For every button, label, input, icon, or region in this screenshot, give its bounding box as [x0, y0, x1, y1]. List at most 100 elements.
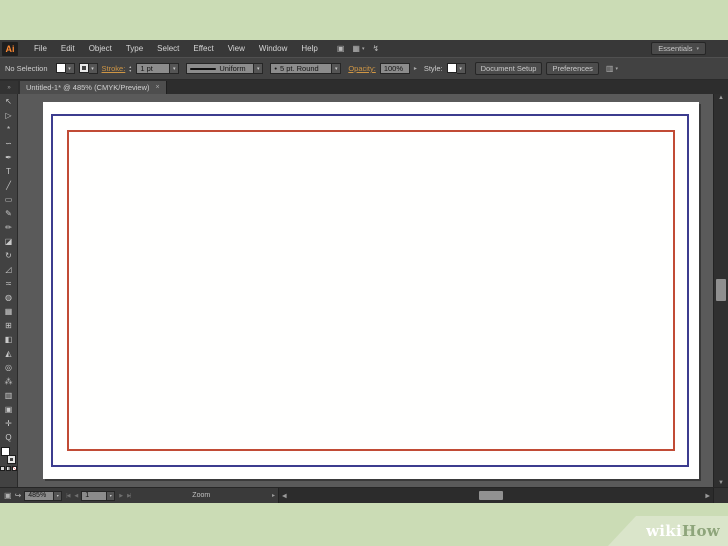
fill-stroke-indicator[interactable]	[1, 447, 16, 464]
screenshot-root: wikiHow Ai File Edit Object Type Select Effec…	[0, 0, 728, 546]
brush-preview-dot: •	[274, 64, 277, 73]
tool-rectangle[interactable]: ▭	[1, 193, 17, 207]
tool-lasso[interactable]: ∽	[1, 137, 17, 151]
tool-width[interactable]: ≍	[1, 277, 17, 291]
first-artboard-button[interactable]: |◀	[65, 493, 70, 499]
variable-width-profile-select[interactable]: Uniform	[186, 63, 255, 74]
menu-effect[interactable]: Effect	[186, 44, 220, 53]
opacity-panel-link[interactable]: Opacity:	[348, 64, 376, 73]
last-artboard-button[interactable]: ▶|	[126, 493, 131, 499]
chevron-down-icon: ▾	[361, 45, 365, 52]
tool-rotate[interactable]: ↻	[1, 249, 17, 263]
menu-edit[interactable]: Edit	[54, 44, 82, 53]
document-info-icon[interactable]: ▣	[4, 491, 12, 500]
tool-gradient[interactable]: ◧	[1, 333, 17, 347]
tool-symbol-sprayer[interactable]: ⁂	[1, 375, 17, 389]
align-options-icon[interactable]: ▥	[606, 64, 614, 73]
scroll-up-icon[interactable]: ▲	[714, 95, 728, 101]
tool-pen[interactable]: ✒	[1, 151, 17, 165]
appbar-icons: ▣ ▦ ▾ ↯	[337, 44, 379, 53]
status-panel-arrow-icon[interactable]: ▸	[272, 492, 275, 499]
width-profile-preview	[190, 67, 217, 70]
gradient-mode-icon[interactable]	[6, 466, 11, 471]
stroke-color-swatch[interactable]	[78, 63, 89, 73]
color-mode-icon[interactable]	[0, 466, 5, 471]
document-tab[interactable]: Untitled-1* @ 485% (CMYK/Preview) ×	[20, 81, 167, 94]
artboard-dropdown-icon[interactable]: ▾	[107, 490, 116, 501]
tool-selection[interactable]: ↖	[1, 95, 17, 109]
chevron-down-icon: ▾	[615, 65, 618, 72]
tool-magic-wand[interactable]: *	[1, 123, 17, 137]
scroll-right-icon[interactable]: ▶	[705, 492, 710, 499]
document-setup-button[interactable]: Document Setup	[474, 62, 543, 75]
vertical-scroll-thumb[interactable]	[716, 278, 726, 301]
menu-type[interactable]: Type	[119, 44, 150, 53]
style-dropdown-icon[interactable]: ▾	[456, 63, 466, 74]
artboard[interactable]	[43, 102, 699, 479]
watermark-how-text: How	[682, 522, 720, 540]
previous-artboard-button[interactable]: ◀	[73, 493, 78, 499]
main-area: ↖ ▷ * ∽ ✒ T ╱ ▭ ✎ ✏ ◪ ↻ ◿ ≍ ◍ ▦ ⊞ ◧ ◭ ◎ ⁂ ▥ ▣ ✛ Q ▲	[0, 94, 728, 487]
brush-dropdown-icon[interactable]: ▾	[332, 63, 342, 74]
horizontal-scroll-thumb[interactable]	[478, 491, 503, 500]
width-profile-dropdown-icon[interactable]: ▾	[254, 63, 264, 74]
selection-status: No Selection	[5, 64, 48, 73]
inner-red-rectangle[interactable]	[67, 130, 675, 451]
share-icon[interactable]: ↪	[15, 491, 22, 500]
tool-eyedropper[interactable]: ◭	[1, 347, 17, 361]
menu-object[interactable]: Object	[82, 44, 119, 53]
toolbar-collapse[interactable]: »	[0, 81, 18, 94]
zoom-level-field[interactable]: 485%	[24, 490, 55, 501]
tool-direct-selection[interactable]: ▷	[1, 109, 17, 123]
horizontal-scrollbar[interactable]: ◀ ▶	[278, 488, 713, 503]
menu-help[interactable]: Help	[294, 44, 324, 53]
tool-blend[interactable]: ◎	[1, 361, 17, 375]
preferences-button[interactable]: Preferences	[546, 62, 599, 75]
stroke-panel-link[interactable]: Stroke:	[102, 64, 126, 73]
close-icon[interactable]: ×	[156, 84, 160, 91]
zoom-dropdown-icon[interactable]: ▾	[54, 490, 63, 501]
scroll-down-icon[interactable]: ▼	[714, 480, 728, 486]
stroke-dropdown-icon[interactable]: ▾	[88, 63, 98, 74]
tool-mesh[interactable]: ⊞	[1, 319, 17, 333]
brush-definition-select[interactable]: • 5 pt. Round	[270, 63, 333, 74]
vertical-scrollbar[interactable]: ▲ ▼	[713, 94, 728, 487]
next-artboard-button[interactable]: ▶	[118, 493, 123, 499]
tool-zoom[interactable]: Q	[1, 431, 17, 445]
arrange-documents-icon[interactable]: ▦ ▾	[352, 44, 364, 53]
fill-color-swatch[interactable]	[55, 63, 66, 73]
chevron-down-icon: ▾	[696, 45, 699, 52]
workspace-switcher[interactable]: Essentials ▾	[651, 42, 706, 55]
tool-column-graph[interactable]: ▥	[1, 389, 17, 403]
opacity-field[interactable]: 100%	[379, 63, 410, 74]
menu-view[interactable]: View	[221, 44, 252, 53]
stroke-weight-dropdown-icon[interactable]: ▾	[170, 63, 180, 74]
style-swatch[interactable]	[446, 63, 457, 73]
tool-scale[interactable]: ◿	[1, 263, 17, 277]
menu-select[interactable]: Select	[150, 44, 186, 53]
illustrator-window: Ai File Edit Object Type Select Effect View Win…	[0, 40, 728, 503]
none-mode-icon[interactable]	[12, 466, 17, 471]
stroke-weight-stepper[interactable]: ▴ ▾	[129, 64, 131, 73]
canvas-pasteboard[interactable]	[18, 94, 713, 487]
tool-artboard[interactable]: ▣	[1, 403, 17, 417]
opacity-arrow-icon[interactable]: ▸	[414, 65, 417, 72]
tool-shape-builder[interactable]: ◍	[1, 291, 17, 305]
tool-perspective-grid[interactable]: ▦	[1, 305, 17, 319]
artboard-number-field[interactable]: 1	[81, 490, 108, 501]
tool-type[interactable]: T	[1, 165, 17, 179]
tool-hand[interactable]: ✛	[1, 417, 17, 431]
tool-line-segment[interactable]: ╱	[1, 179, 17, 193]
stroke-swatch[interactable]	[7, 455, 16, 464]
scroll-left-icon[interactable]: ◀	[282, 492, 287, 499]
tool-eraser[interactable]: ◪	[1, 235, 17, 249]
tool-pencil[interactable]: ✏	[1, 221, 17, 235]
tool-paintbrush[interactable]: ✎	[1, 207, 17, 221]
fill-dropdown-icon[interactable]: ▾	[65, 63, 75, 74]
bridge-icon[interactable]: ▣	[337, 44, 345, 53]
menu-window[interactable]: Window	[252, 44, 294, 53]
menu-file[interactable]: File	[27, 44, 54, 53]
stroke-weight-field[interactable]: 1 pt	[136, 63, 171, 74]
status-left-group: ▣ ↪ 485% ▾ |◀ ◀ 1 ▾ ▶ ▶| Zoom ▸	[0, 490, 278, 501]
view-options-icon[interactable]: ↯	[372, 44, 379, 53]
